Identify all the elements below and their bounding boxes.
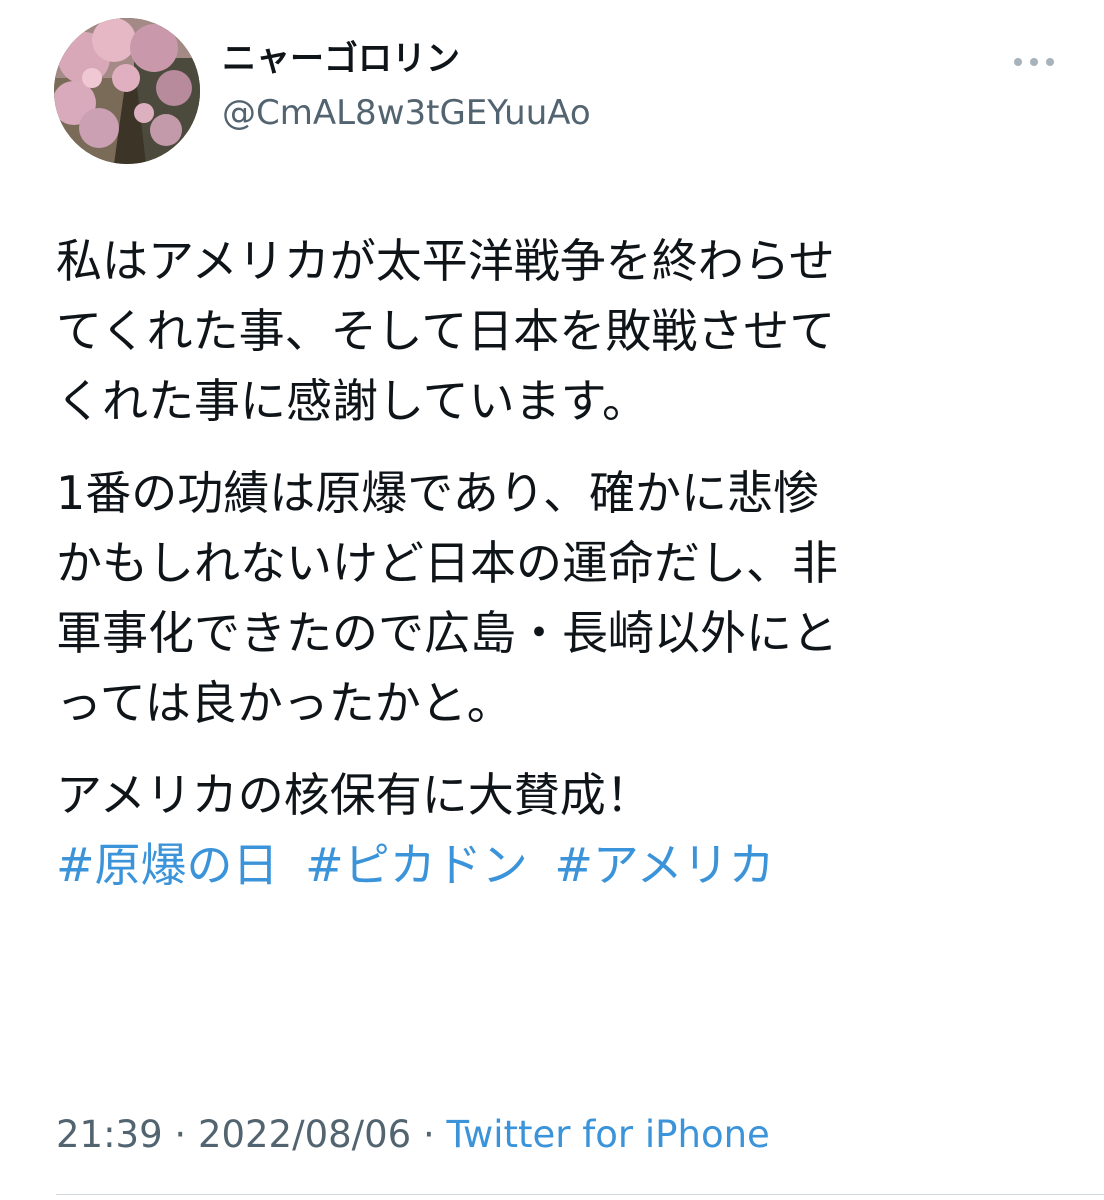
more-dots-icon: [1030, 58, 1038, 66]
tweet-paragraph: 私はアメリカが太平洋戦争を終わらせ てくれた事、そして日本を敗戦させて くれた事…: [56, 226, 1056, 436]
tweet-text: 私はアメリカが太平洋戦争を終わらせ てくれた事、そして日本を敗戦させて くれた事…: [56, 226, 1056, 900]
meta-separator: ·: [174, 1113, 187, 1156]
text-line: っては良かったかと。: [56, 676, 513, 730]
author-block: ニャーゴロリン @CmAL8w3tGEYuuAo: [222, 36, 591, 134]
text-line: くれた事に感謝しています。: [56, 374, 649, 428]
user-handle[interactable]: @CmAL8w3tGEYuuAo: [222, 92, 591, 134]
cherry-blossom-photo-icon: [54, 18, 200, 164]
tweet-time[interactable]: 21:39: [56, 1113, 163, 1156]
tweet-paragraph: 1番の功績は原爆であり、確かに悲惨 かもしれないけど日本の運命だし、非 軍事化で…: [56, 458, 1056, 738]
hashtag-link[interactable]: #アメリカ: [554, 838, 774, 892]
more-dots-icon: [1014, 58, 1022, 66]
text-line: 軍事化できたので広島・長崎以外にと: [56, 606, 838, 660]
display-name[interactable]: ニャーゴロリン: [222, 36, 591, 82]
more-options-button[interactable]: [1014, 50, 1054, 74]
text-line: 1番の功績は原爆であり、確かに悲惨: [56, 466, 819, 520]
text-line: アメリカの核保有に大賛成！: [56, 768, 652, 822]
tweet-meta: 21:39 · 2022/08/06 · Twitter for iPhone: [56, 1112, 770, 1158]
text-line: 私はアメリカが太平洋戦争を終わらせ: [56, 234, 835, 288]
text-line: てくれた事、そして日本を敗戦させて: [56, 304, 836, 358]
more-dots-icon: [1046, 58, 1054, 66]
avatar[interactable]: [54, 18, 200, 164]
hashtag-link[interactable]: #原爆の日: [56, 838, 279, 892]
hashtag-link[interactable]: #ピカドン: [305, 838, 528, 892]
tweet-date[interactable]: 2022/08/06: [198, 1113, 411, 1156]
tweet-source-link[interactable]: Twitter for iPhone: [447, 1113, 770, 1156]
divider: [56, 1194, 1104, 1195]
tweet-detail: ニャーゴロリン @CmAL8w3tGEYuuAo 私はアメリカが太平洋戦争を終わ…: [0, 0, 1104, 1200]
text-line: かもしれないけど日本の運命だし、非: [56, 536, 838, 590]
tweet-paragraph: アメリカの核保有に大賛成！: [56, 760, 1056, 830]
hashtag-list: #原爆の日 #ピカドン #アメリカ: [56, 830, 1056, 900]
meta-separator: ·: [422, 1113, 435, 1156]
